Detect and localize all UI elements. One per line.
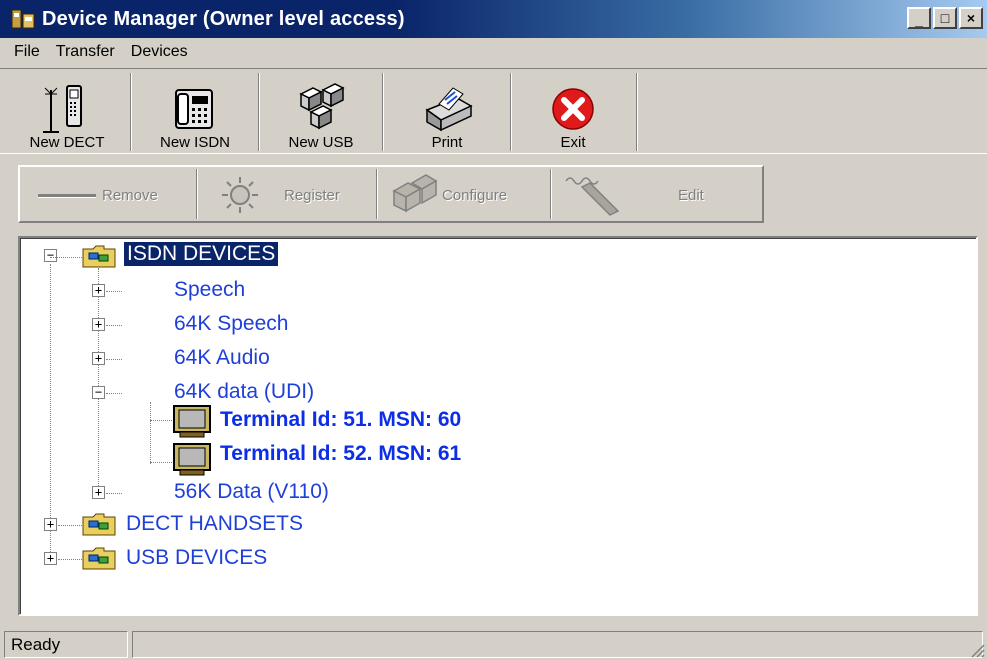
print-label: Print (431, 134, 463, 151)
tree-node-terminal-51[interactable]: Terminal Id: 51. MSN: 60 (220, 408, 461, 432)
tree-connector (58, 525, 82, 526)
maximize-icon: □ (940, 10, 950, 26)
menu-transfer[interactable]: Transfer (48, 43, 123, 61)
edit-label: Edit (678, 186, 704, 204)
toolbar-separator (258, 73, 260, 151)
window-title: Device Manager (Owner level access) (42, 7, 405, 30)
menu-bar: File Transfer Devices (0, 38, 987, 66)
collapse-64k-data[interactable]: − (92, 386, 105, 399)
register-button[interactable]: Register (220, 171, 340, 219)
maximize-button[interactable]: □ (933, 7, 957, 29)
device-tree[interactable]: − ISDN DEVICES + Speech + 64K Speech + 6… (18, 236, 978, 616)
close-icon: × (966, 10, 976, 26)
menu-devices[interactable]: Devices (123, 43, 196, 61)
tree-node-isdn-devices[interactable]: ISDN DEVICES (124, 242, 279, 266)
tree-connector (106, 393, 122, 394)
app-icon (10, 6, 36, 32)
device-manager-window: Device Manager (Owner level access) _ □ … (0, 0, 987, 660)
exit-button[interactable]: Exit (518, 73, 628, 153)
tree-node-usb-devices[interactable]: USB DEVICES (126, 546, 267, 570)
tree-node-64k-speech[interactable]: 64K Speech (174, 312, 288, 336)
edit-button[interactable]: Edit (560, 171, 704, 219)
close-button[interactable]: × (959, 7, 983, 29)
status-pane-main: Ready (4, 631, 128, 658)
configure-label: Configure (442, 186, 508, 204)
remove-label: Remove (102, 186, 158, 204)
tree-connector (106, 493, 122, 494)
toolbar-separator (196, 169, 198, 219)
toolbar-separator (376, 169, 378, 219)
minimize-icon: _ (915, 12, 923, 28)
edit-icon (565, 177, 620, 216)
status-text: Ready (11, 635, 61, 654)
tree-connector (50, 264, 51, 554)
status-bar: Ready (0, 629, 987, 660)
minimize-button[interactable]: _ (907, 7, 931, 29)
tree-connector (106, 359, 122, 360)
expand-speech[interactable]: + (92, 284, 105, 297)
status-pane-secondary (132, 631, 983, 658)
tree-node-64k-audio[interactable]: 64K Audio (174, 346, 270, 370)
usb-devices-icon (299, 83, 345, 130)
main-toolbar: New DECT New ISDN New USB Print Exit (0, 68, 987, 154)
configure-icon (392, 174, 438, 213)
tree-connector (106, 325, 122, 326)
device-folder-icon (82, 546, 116, 570)
terminal-icon (172, 404, 212, 438)
toolbar-separator (636, 73, 638, 151)
tree-connector (106, 291, 122, 292)
isdn-phone-icon (175, 89, 213, 129)
toolbar-separator (382, 73, 384, 151)
action-toolbar: Remove Register Configure Edit (18, 165, 764, 223)
toolbar-separator (550, 169, 552, 219)
expand-56k-data[interactable]: + (92, 486, 105, 499)
tree-connector (150, 402, 151, 464)
tree-node-dect-handsets[interactable]: DECT HANDSETS (126, 512, 303, 536)
device-folder-icon (82, 244, 116, 268)
toolbar-separator (130, 73, 132, 151)
tree-connector (150, 462, 172, 463)
tree-node-terminal-52[interactable]: Terminal Id: 52. MSN: 61 (220, 442, 461, 466)
new-isdn-button[interactable]: New ISDN (140, 73, 250, 153)
tree-node-64k-data-udi[interactable]: 64K data (UDI) (174, 380, 314, 404)
expand-usb-devices[interactable]: + (44, 552, 57, 565)
resize-grip-icon[interactable] (969, 642, 985, 658)
exit-label: Exit (560, 134, 586, 151)
menu-file[interactable]: File (6, 43, 48, 61)
terminal-icon (172, 442, 212, 476)
expand-dect-handsets[interactable]: + (44, 518, 57, 531)
tree-connector (50, 257, 82, 258)
new-usb-button[interactable]: New USB (268, 73, 374, 153)
print-button[interactable]: Print (392, 73, 502, 153)
new-isdn-label: New ISDN (159, 134, 230, 151)
toolbar-separator (510, 73, 512, 151)
configure-button[interactable]: Configure (386, 171, 507, 219)
new-dect-label: New DECT (29, 134, 105, 151)
collapse-isdn-devices[interactable]: − (44, 249, 57, 262)
printer-icon (425, 87, 473, 132)
tree-node-56k-data-v110[interactable]: 56K Data (V110) (174, 480, 329, 504)
expand-64k-audio[interactable]: + (92, 352, 105, 365)
tree-node-speech[interactable]: Speech (174, 278, 245, 302)
tree-connector (58, 559, 82, 560)
new-dect-button[interactable]: New DECT (12, 73, 122, 153)
window-controls: _ □ × (907, 7, 983, 29)
title-bar[interactable]: Device Manager (Owner level access) _ □ … (0, 0, 987, 38)
register-icon (222, 177, 258, 213)
dect-phone-icon (43, 85, 82, 133)
tree-connector (98, 268, 99, 498)
new-usb-label: New USB (288, 134, 354, 151)
exit-icon (552, 88, 594, 130)
remove-button[interactable]: Remove (38, 171, 158, 219)
expand-64k-speech[interactable]: + (92, 318, 105, 331)
device-folder-icon (82, 512, 116, 536)
register-label: Register (284, 186, 340, 204)
remove-icon (38, 193, 96, 197)
tree-connector (150, 420, 172, 421)
